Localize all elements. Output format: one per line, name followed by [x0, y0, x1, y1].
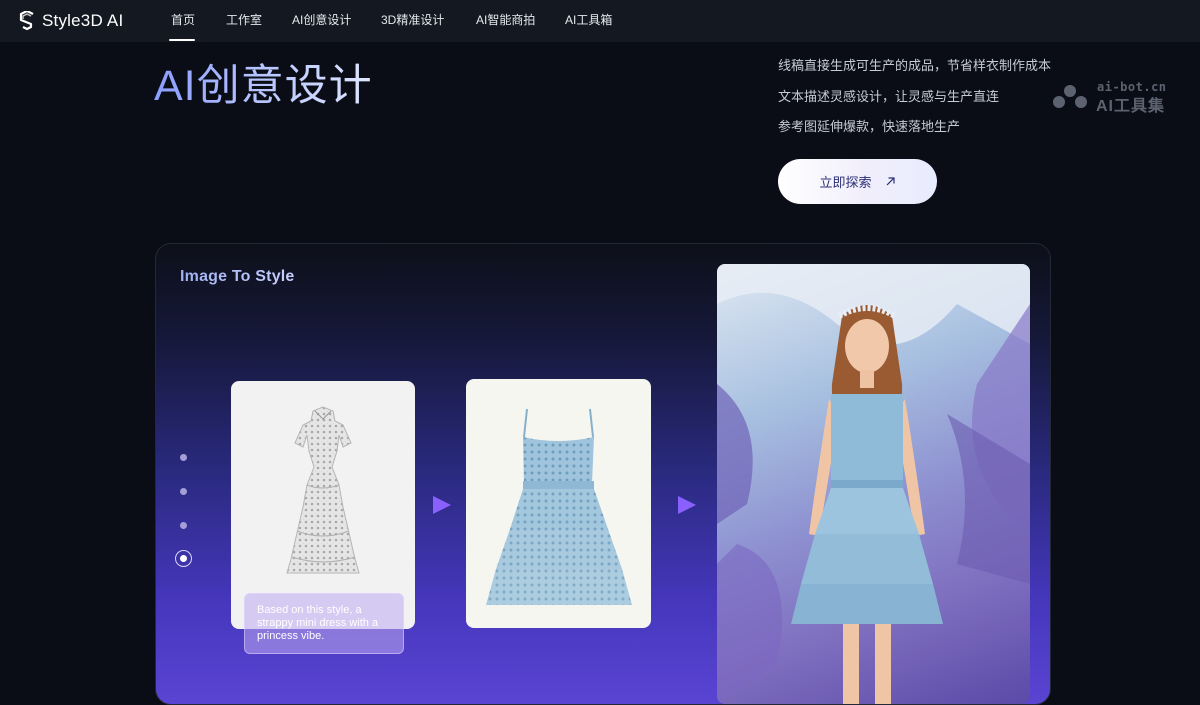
explore-button-label: 立即探索 — [819, 175, 872, 190]
lace-dress-illustration — [286, 406, 360, 574]
watermark-logo-icon — [1053, 85, 1087, 108]
nav-item-studio[interactable]: 工作室 — [226, 13, 262, 27]
reference-lace-dress-image — [231, 381, 415, 629]
showcase-panel: Image To Style Based on this style, a st… — [155, 243, 1051, 705]
watermark-name: AI工具集 — [1096, 98, 1166, 115]
pagination-dot-3[interactable] — [180, 522, 187, 529]
logo[interactable]: Style3D AI — [19, 11, 123, 31]
feature-text-3: 参考图延伸爆款，快速落地生产 — [778, 119, 961, 134]
generated-blue-dress-image — [466, 379, 651, 628]
feature-text-1: 线稿直接生成可生产的成品，节省样衣制作成本 — [778, 58, 1052, 73]
pagination-dot-1[interactable] — [180, 454, 187, 461]
nav-item-home[interactable]: 首页 — [171, 13, 195, 27]
model-wearing-dress-image — [717, 264, 1030, 704]
blue-dress-illustration — [486, 408, 632, 605]
pagination-dot-2[interactable] — [180, 488, 187, 495]
explore-button[interactable]: 立即探索 — [778, 159, 937, 204]
arrow-up-right-icon — [886, 177, 895, 186]
nav-item-ai-creative-design[interactable]: AI创意设计 — [292, 13, 351, 27]
nav-item-3d-precise-design[interactable]: 3D精准设计 — [381, 13, 444, 27]
nav-active-indicator — [169, 39, 195, 41]
prompt-bubble: Based on this style, a strappy mini dres… — [244, 593, 404, 654]
logo-text: Style3D AI — [42, 11, 124, 30]
feature-text-2: 文本描述灵感设计，让灵感与生产直连 — [778, 89, 1000, 104]
showcase-title: Image To Style — [180, 268, 295, 285]
nav-item-ai-toolbox[interactable]: AI工具箱 — [565, 13, 612, 27]
pagination-dot-4-active[interactable] — [175, 550, 192, 567]
watermark: ai-bot.cn AI工具集 — [1049, 80, 1179, 115]
style3d-s-logo-icon — [19, 11, 34, 31]
page-title: AI创意设计 — [154, 62, 373, 110]
flow-arrow-icon-2 — [678, 496, 696, 514]
flow-arrow-icon — [433, 496, 451, 514]
top-nav: Style3D AI 首页 工作室 AI创意设计 3D精准设计 AI智能商拍 A… — [0, 0, 1200, 42]
nav-item-ai-smart-photo[interactable]: AI智能商拍 — [476, 13, 535, 27]
model-illustration — [717, 264, 1030, 704]
